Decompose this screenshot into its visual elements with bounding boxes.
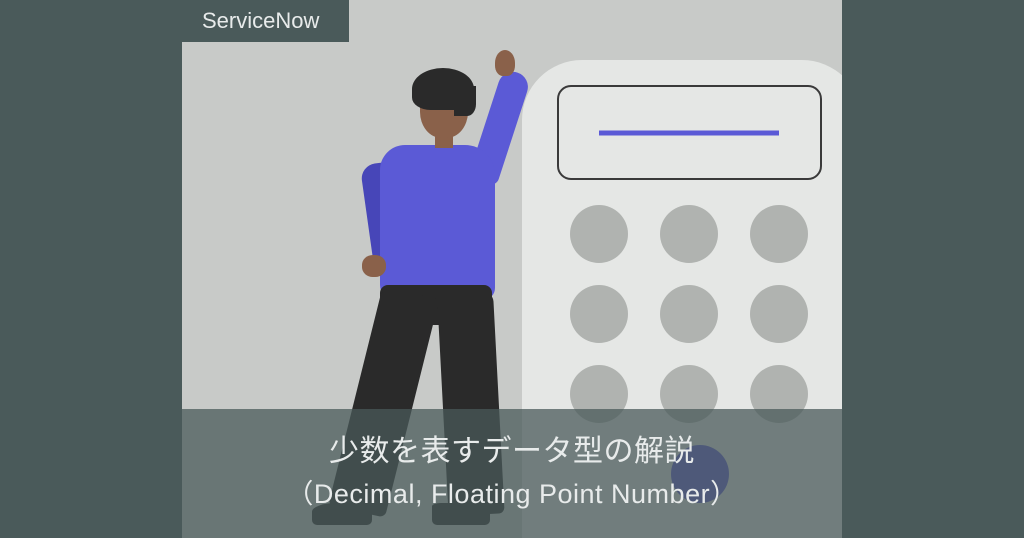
right-frame-bar xyxy=(842,0,1024,538)
left-frame-bar xyxy=(0,0,182,538)
keypad-button-icon xyxy=(750,205,808,263)
hand-icon xyxy=(362,255,386,277)
key-row xyxy=(570,205,830,263)
display-line-icon xyxy=(599,130,779,135)
key-row xyxy=(570,285,830,343)
keypad-button-icon xyxy=(660,205,718,263)
torso xyxy=(380,145,495,300)
title-line-1: 少数を表すデータ型の解説 xyxy=(192,429,832,474)
title-line-2: （Decimal, Floating Point Number） xyxy=(192,474,832,515)
device-display xyxy=(557,85,822,180)
category-badge-text: ServiceNow xyxy=(202,8,319,33)
category-badge: ServiceNow xyxy=(182,0,349,42)
keypad-button-icon xyxy=(750,285,808,343)
keypad-button-icon xyxy=(570,205,628,263)
thumbnail-container: ServiceNow 少数を表すデータ型の解説 （Decimal, Floati… xyxy=(0,0,1024,538)
keypad-button-icon xyxy=(660,285,718,343)
hair xyxy=(412,68,474,110)
title-overlay: 少数を表すデータ型の解説 （Decimal, Floating Point Nu… xyxy=(182,409,842,538)
hand-icon xyxy=(495,50,515,76)
keypad-button-icon xyxy=(570,285,628,343)
